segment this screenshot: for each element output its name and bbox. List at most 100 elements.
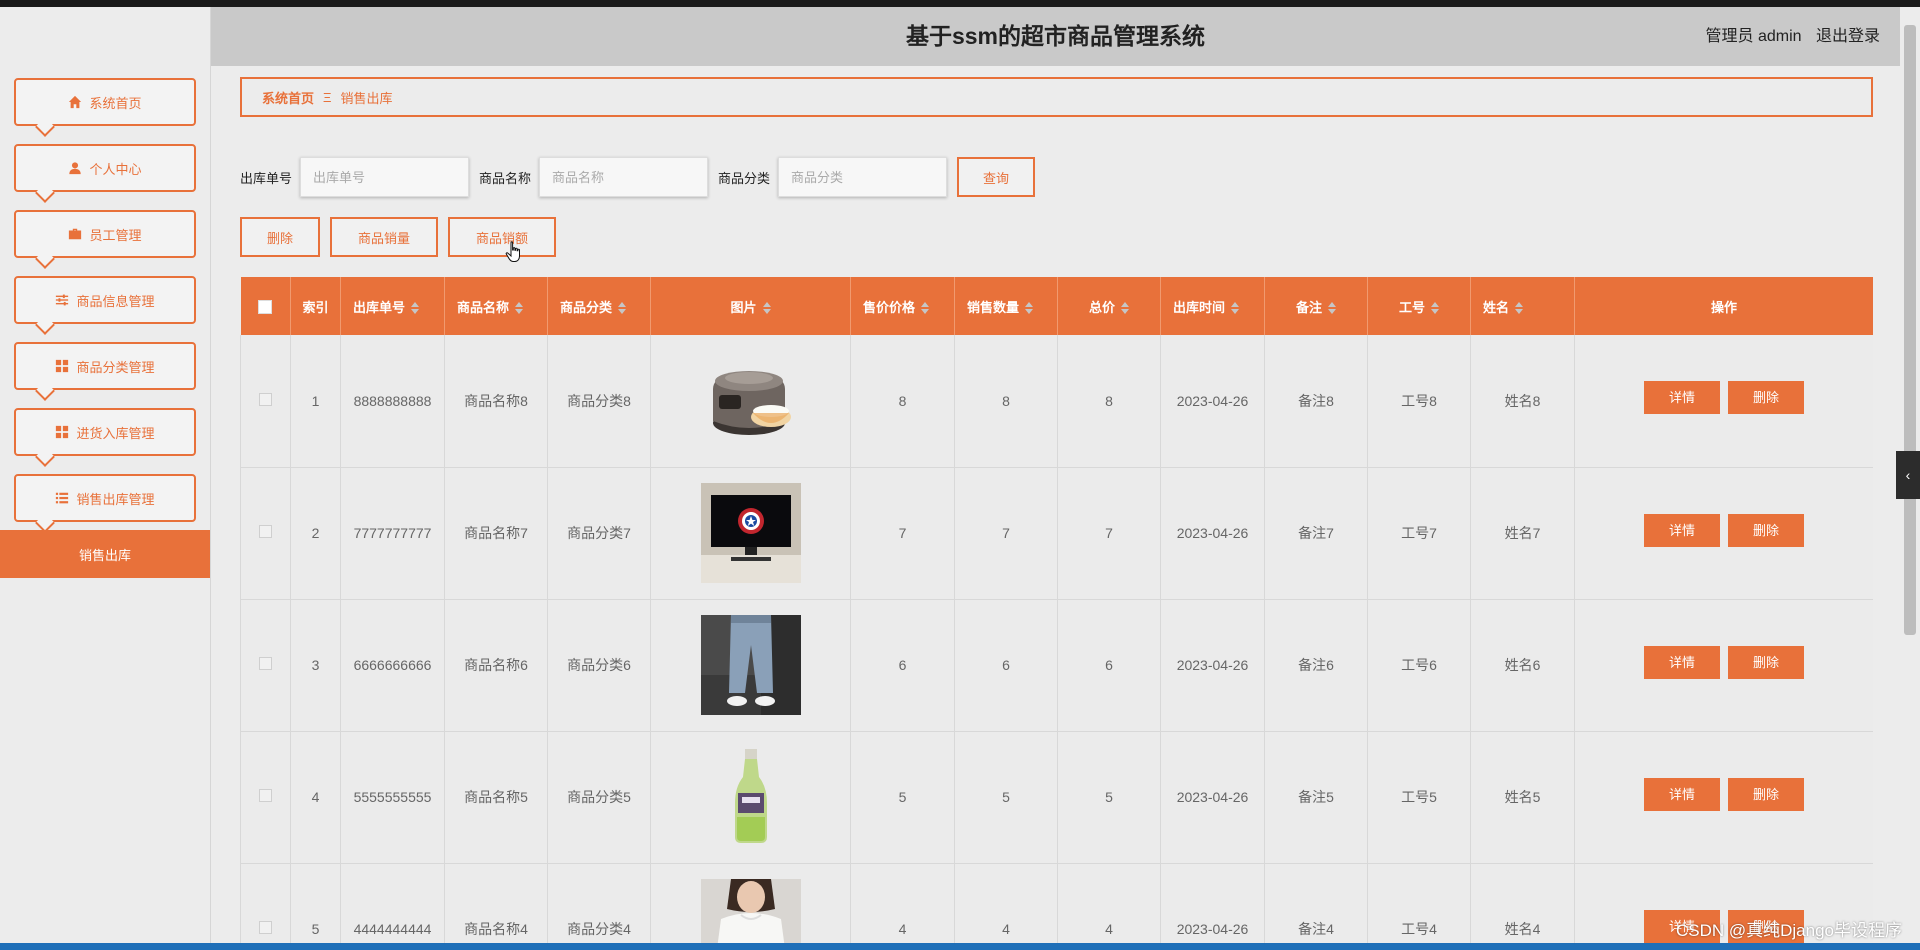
cell-goods-name: 商品名称8 [444,335,548,467]
scrollbar-thumb[interactable] [1904,25,1916,635]
sort-icon[interactable] [1121,302,1129,315]
row-checkbox[interactable] [259,657,272,670]
sidebar-subitem-sales-out[interactable]: 销售出库 [0,530,210,578]
row-checkbox[interactable] [259,392,272,406]
select-all-checkbox[interactable] [258,299,273,314]
chevron-left-icon[interactable]: ‹ [1896,451,1920,499]
cell-employee-name: 姓名4 [1470,863,1575,943]
sales-amount-button[interactable]: 商品销额 [448,217,556,257]
batch-delete-button[interactable]: 删除 [240,217,320,257]
sort-icon[interactable] [762,302,771,315]
column-header[interactable]: 姓名 [1470,277,1575,335]
column-header[interactable]: 出库单号 [340,277,445,335]
detail-button[interactable]: 详情 [1644,777,1720,811]
detail-button[interactable]: 详情 [1644,513,1720,547]
detail-button[interactable]: 详情 [1644,381,1720,415]
column-header[interactable]: 备注 [1264,277,1368,335]
goods-category-input[interactable] [778,157,948,197]
cell-note: 备注4 [1264,863,1368,943]
query-button[interactable]: 查询 [957,157,1036,197]
sort-icon[interactable] [1231,302,1240,315]
order-no-label: 出库单号 [240,170,293,186]
row-checkbox[interactable] [259,789,272,802]
cell-total: 4 [1057,863,1161,943]
cell-employee-name: 姓名5 [1470,731,1575,863]
window-top-strip [0,0,1920,7]
column-header[interactable]: 出库时间 [1160,277,1265,335]
sort-icon[interactable] [411,302,420,315]
sliders-icon [55,293,69,307]
column-header: 操作 [1574,277,1873,335]
cell-quantity: 7 [954,467,1058,599]
column-header[interactable]: 销售数量 [954,277,1058,335]
cell-employee-no: 工号7 [1367,467,1471,599]
cell-goods-category: 商品分类4 [547,863,651,943]
column-header[interactable]: 图片 [650,277,851,335]
row-checkbox[interactable] [259,525,272,538]
sidebar-item-profile[interactable]: 个人中心 [14,144,196,203]
detail-button[interactable]: 详情 [1644,645,1720,679]
sidebar-item-label: 商品分类管理 [76,359,155,375]
delete-button[interactable]: 删除 [1728,381,1804,415]
cell-price: 4 [850,863,955,943]
sort-icon[interactable] [1025,302,1034,315]
sidebar-item-staff[interactable]: 员工管理 [14,210,196,269]
sort-icon[interactable] [618,302,627,315]
cell-quantity: 8 [954,335,1058,467]
column-header[interactable]: 工号 [1367,277,1471,335]
table-header-row: 索引 出库单号 商品名称 商品分类 图片 售价价格 销售数量 总价 出库时间 备… [240,277,1873,335]
sort-icon[interactable] [515,302,524,315]
row-checkbox[interactable] [259,921,272,934]
sales-quantity-button[interactable]: 商品销量 [330,217,438,257]
cell-note: 备注6 [1264,599,1368,731]
grid-icon [55,425,69,439]
list-icon [55,491,69,505]
cell-price: 8 [850,335,955,467]
sort-icon[interactable] [1431,302,1439,315]
sort-icon[interactable] [921,302,930,315]
cell-goods-category: 商品分类5 [547,731,651,863]
top-header: 基于ssm的超市商品管理系统 管理员 admin 退出登录 [211,7,1900,66]
cell-employee-no: 工号5 [1367,731,1471,863]
column-header: 索引 [290,277,341,335]
goods-name-label: 商品名称 [479,170,532,186]
sidebar-item-purchase[interactable]: 进货入库管理 [14,408,196,467]
user-label: 管理员 admin [1705,28,1802,45]
logout-link[interactable]: 退出登录 [1816,28,1880,45]
cell-index: 5 [290,863,341,943]
column-header[interactable]: 商品名称 [444,277,548,335]
select-all-cell[interactable] [240,277,291,335]
column-header[interactable]: 商品分类 [547,277,651,335]
grid-icon [55,359,69,373]
cell-note: 备注8 [1264,335,1368,467]
order-no-input[interactable] [300,157,470,197]
sort-icon[interactable] [1328,302,1336,315]
breadcrumb: 系统首页 Ξ 销售出库 [240,77,1873,117]
column-header[interactable]: 售价价格 [850,277,955,335]
cell-goods-category: 商品分类7 [547,467,651,599]
cell-index: 3 [290,599,341,731]
delete-button[interactable]: 删除 [1728,645,1804,679]
page-title: 基于ssm的超市商品管理系统 [905,23,1206,49]
cell-price: 7 [850,467,955,599]
delete-button[interactable]: 删除 [1728,777,1804,811]
delete-button[interactable]: 删除 [1728,513,1804,547]
cell-quantity: 4 [954,863,1058,943]
cell-total: 8 [1057,335,1161,467]
cell-goods-name: 商品名称7 [444,467,548,599]
column-header[interactable]: 总价 [1057,277,1161,335]
breadcrumb-home[interactable]: 系统首页 [262,88,314,107]
cell-index: 4 [290,731,341,863]
cell-time: 2023-04-26 [1160,335,1265,467]
cell-index: 2 [290,467,341,599]
cell-total: 6 [1057,599,1161,731]
sort-icon[interactable] [1515,302,1524,315]
cell-time: 2023-04-26 [1160,599,1265,731]
cell-quantity: 5 [954,731,1058,863]
sidebar-item-goods-info[interactable]: 商品信息管理 [14,276,196,335]
sidebar-item-sales[interactable]: 销售出库管理 [14,474,196,533]
sidebar-item-home[interactable]: 系统首页 [14,78,196,137]
cell-time: 2023-04-26 [1160,863,1265,943]
goods-name-input[interactable] [539,157,709,197]
sidebar-item-goods-category[interactable]: 商品分类管理 [14,342,196,401]
